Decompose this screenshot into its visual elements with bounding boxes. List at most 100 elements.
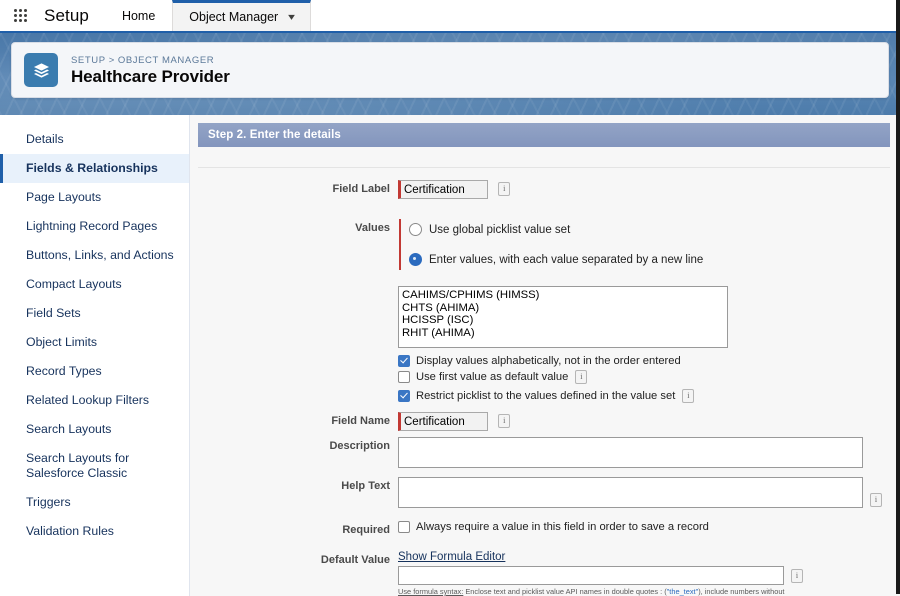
tab-object-manager-label: Object Manager [189, 10, 278, 24]
help-text-row: Help Text i [198, 477, 890, 508]
sidebar-item-label: Details [26, 132, 64, 146]
description-textarea[interactable] [398, 437, 863, 468]
sidebar-item-label: Lightning Record Pages [26, 219, 157, 233]
page-right-edge [896, 0, 900, 594]
help-text-textarea[interactable] [398, 477, 863, 508]
info-icon[interactable]: i [682, 389, 694, 403]
sidebar-item-label: Page Layouts [26, 190, 101, 204]
description-row: Description [198, 437, 890, 471]
chevron-down-icon[interactable]: ▾ [288, 12, 295, 23]
checkbox-label: Use first value as default value [416, 371, 568, 383]
sidebar-item-triggers[interactable]: Triggers [0, 488, 189, 517]
default-value-row: Default Value Show Formula Editor i Use … [198, 551, 890, 596]
sidebar-item-label: Search Layouts for Salesforce Classic [26, 451, 129, 480]
checkbox-label: Restrict picklist to the values defined … [416, 390, 675, 402]
sidebar-item-label: Record Types [26, 364, 102, 378]
main-content-panel: Step 2. Enter the details Field Label i … [190, 115, 900, 596]
global-nav-tabs: Home Object Manager ▾ [105, 0, 311, 31]
show-formula-editor-link[interactable]: Show Formula Editor [398, 551, 505, 563]
values-radio-group: Use global picklist value set Enter valu… [399, 219, 890, 270]
page-banner: SETUP>OBJECT MANAGER Healthcare Provider [0, 33, 900, 115]
sidebar-item-label: Triggers [26, 495, 71, 509]
checkbox-unchecked-icon[interactable] [398, 521, 410, 533]
checkbox-checked-icon[interactable] [398, 355, 410, 367]
object-sidebar-nav: Details Fields & Relationships Page Layo… [0, 115, 190, 596]
step-header: Step 2. Enter the details [198, 123, 890, 147]
picklist-values-textarea[interactable] [398, 286, 728, 348]
values-textarea-row: Display values alphabetically, not in th… [198, 286, 890, 406]
sidebar-item-record-types[interactable]: Record Types [0, 357, 189, 386]
breadcrumb-separator: > [109, 55, 115, 66]
values-row: Values Use global picklist value set Ent… [198, 219, 890, 270]
setup-title: Setup [40, 0, 105, 31]
radio-unchecked-icon[interactable] [409, 223, 422, 236]
app-launcher-button[interactable] [0, 0, 40, 31]
field-label-caption: Field Label [198, 180, 398, 195]
radio-option-enter-values[interactable]: Enter values, with each value separated … [409, 249, 890, 270]
sidebar-item-search-layouts[interactable]: Search Layouts [0, 415, 189, 444]
checkbox-restrict-picklist[interactable]: Restrict picklist to the values defined … [398, 389, 890, 403]
radio-option-label: Enter values, with each value separated … [429, 254, 703, 266]
info-icon[interactable]: i [870, 493, 882, 507]
info-icon[interactable]: i [498, 182, 510, 196]
sidebar-item-label: Related Lookup Filters [26, 393, 149, 407]
default-value-caption: Default Value [198, 551, 398, 566]
sidebar-item-label: Search Layouts [26, 422, 111, 436]
sidebar-item-label: Compact Layouts [26, 277, 122, 291]
tab-object-manager[interactable]: Object Manager ▾ [172, 0, 311, 31]
sidebar-item-label: Buttons, Links, and Actions [26, 248, 174, 262]
field-name-row: Field Name i [198, 412, 890, 431]
default-value-input[interactable] [398, 566, 784, 585]
sidebar-item-compact-layouts[interactable]: Compact Layouts [0, 270, 189, 299]
tab-home-label: Home [122, 9, 155, 23]
info-icon[interactable]: i [498, 414, 510, 428]
record-header-card: SETUP>OBJECT MANAGER Healthcare Provider [11, 42, 889, 98]
info-icon[interactable]: i [791, 569, 803, 583]
required-row: Required Always require a value in this … [198, 521, 890, 536]
field-label-input[interactable] [398, 180, 488, 199]
field-label-row: Field Label i [198, 180, 890, 199]
sidebar-item-object-limits[interactable]: Object Limits [0, 328, 189, 357]
checkbox-always-require[interactable]: Always require a value in this field in … [398, 521, 890, 533]
page-body: Details Fields & Relationships Page Layo… [0, 115, 900, 596]
sidebar-item-details[interactable]: Details [0, 125, 189, 154]
sidebar-item-buttons-links-actions[interactable]: Buttons, Links, and Actions [0, 241, 189, 270]
sidebar-item-label: Field Sets [26, 306, 81, 320]
sidebar-item-label: Fields & Relationships [26, 161, 158, 175]
help-text-caption: Help Text [198, 477, 398, 492]
breadcrumb-object-manager-link[interactable]: OBJECT MANAGER [118, 55, 214, 66]
radio-option-global-picklist[interactable]: Use global picklist value set [409, 219, 890, 240]
tab-home[interactable]: Home [105, 0, 172, 31]
sidebar-item-search-layouts-classic[interactable]: Search Layouts for Salesforce Classic [0, 444, 189, 488]
checkbox-first-value-default[interactable]: Use first value as default value i [398, 370, 890, 384]
sidebar-item-field-sets[interactable]: Field Sets [0, 299, 189, 328]
formula-syntax-help: Use formula syntax: Enclose text and pic… [398, 588, 803, 596]
checkbox-display-alphabetically[interactable]: Display values alphabetically, not in th… [398, 355, 890, 367]
waffle-grid-icon [14, 9, 27, 22]
checkbox-unchecked-icon[interactable] [398, 371, 410, 383]
breadcrumb: SETUP>OBJECT MANAGER [71, 55, 230, 66]
sidebar-item-fields-relationships[interactable]: Fields & Relationships [0, 154, 189, 183]
values-textarea-spacer [198, 286, 398, 289]
checkbox-label: Display values alphabetically, not in th… [416, 355, 681, 367]
field-name-caption: Field Name [198, 412, 398, 427]
stacked-layers-icon [24, 53, 58, 87]
field-name-input[interactable] [398, 412, 488, 431]
sidebar-item-label: Validation Rules [26, 524, 114, 538]
sidebar-item-label: Object Limits [26, 335, 97, 349]
breadcrumb-setup-link[interactable]: SETUP [71, 55, 106, 66]
sidebar-item-related-lookup-filters[interactable]: Related Lookup Filters [0, 386, 189, 415]
info-icon[interactable]: i [575, 370, 587, 384]
description-caption: Description [198, 437, 398, 452]
page-title: Healthcare Provider [71, 67, 230, 86]
sidebar-item-validation-rules[interactable]: Validation Rules [0, 517, 189, 546]
radio-checked-icon[interactable] [409, 253, 422, 266]
panel-spacer [198, 147, 890, 168]
sidebar-item-lightning-record-pages[interactable]: Lightning Record Pages [0, 212, 189, 241]
checkbox-label: Always require a value in this field in … [416, 521, 709, 533]
sidebar-item-page-layouts[interactable]: Page Layouts [0, 183, 189, 212]
required-caption: Required [198, 521, 398, 536]
checkbox-checked-icon[interactable] [398, 390, 410, 402]
values-caption: Values [198, 219, 398, 234]
global-nav-bar: Setup Home Object Manager ▾ [0, 0, 900, 33]
